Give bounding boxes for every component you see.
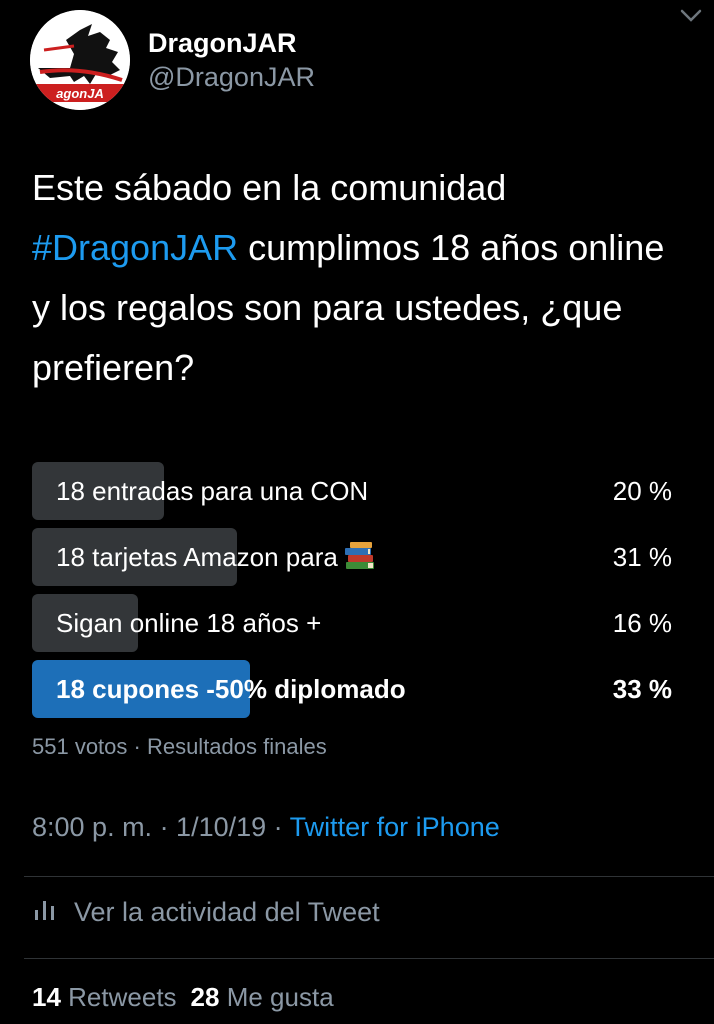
source-link[interactable]: Twitter for iPhone [290, 812, 500, 842]
tweet-activity-link[interactable]: Ver la actividad del Tweet [34, 897, 380, 928]
activity-label: Ver la actividad del Tweet [74, 897, 380, 927]
books-icon [344, 532, 376, 590]
poll-meta: 551 votos · Resultados finales [32, 734, 327, 759]
logo-text: agonJA [56, 86, 104, 101]
tweet-header: agonJA DragonJAR @DragonJAR [30, 9, 702, 120]
poll-option-percent: 20 % [612, 476, 672, 506]
poll-option: 18 entradas para una CON 20 % [32, 462, 682, 520]
poll-option: 18 tarjetas Amazon para 31 % [32, 528, 682, 586]
poll-option-percent: 33 % [612, 674, 672, 704]
dragon-logo-icon: agonJA [30, 10, 130, 110]
poll: 18 entradas para una CON 20 % 18 tarjeta… [32, 462, 682, 726]
chevron-down-icon[interactable] [676, 0, 706, 30]
likes-label: Me gusta [226, 982, 334, 1012]
likes-count: 28 [190, 982, 220, 1012]
engagement-stats: 14 Retweets 28 Me gusta [32, 982, 334, 1013]
timestamp[interactable]: 8:00 p. m. · 1/10/19 · [32, 812, 290, 842]
user-handle[interactable]: @DragonJAR [148, 60, 315, 94]
likes-stat[interactable]: 28 Me gusta [191, 982, 334, 1012]
avatar[interactable]: agonJA [30, 10, 130, 110]
hashtag-link[interactable]: #DragonJAR [32, 227, 238, 268]
poll-option-label: 18 entradas para una CON [56, 476, 369, 506]
poll-option-text: 18 tarjetas Amazon para [56, 542, 338, 572]
divider [24, 958, 714, 959]
poll-option-label: 18 cupones -50% diplomado [56, 674, 406, 704]
poll-option-percent: 16 % [612, 608, 672, 638]
timestamp-row: 8:00 p. m. · 1/10/19 · Twitter for iPhon… [32, 812, 500, 843]
tweet-text-before: Este sábado en la comunidad [32, 167, 507, 208]
divider [24, 876, 714, 877]
poll-option-label: Sigan online 18 años + [56, 608, 322, 638]
bar-chart-icon [34, 897, 56, 928]
poll-option-winner: 18 cupones -50% diplomado 33 % [32, 660, 682, 718]
retweets-stat[interactable]: 14 Retweets [32, 982, 177, 1012]
poll-option: Sigan online 18 años + 16 % [32, 594, 682, 652]
tweet-text: Este sábado en la comunidad #DragonJAR c… [32, 158, 682, 398]
poll-option-percent: 31 % [612, 542, 672, 572]
retweets-count: 14 [32, 982, 61, 1012]
poll-option-label: 18 tarjetas Amazon para [56, 528, 376, 590]
display-name[interactable]: DragonJAR [148, 26, 315, 60]
retweets-label: Retweets [68, 982, 177, 1012]
